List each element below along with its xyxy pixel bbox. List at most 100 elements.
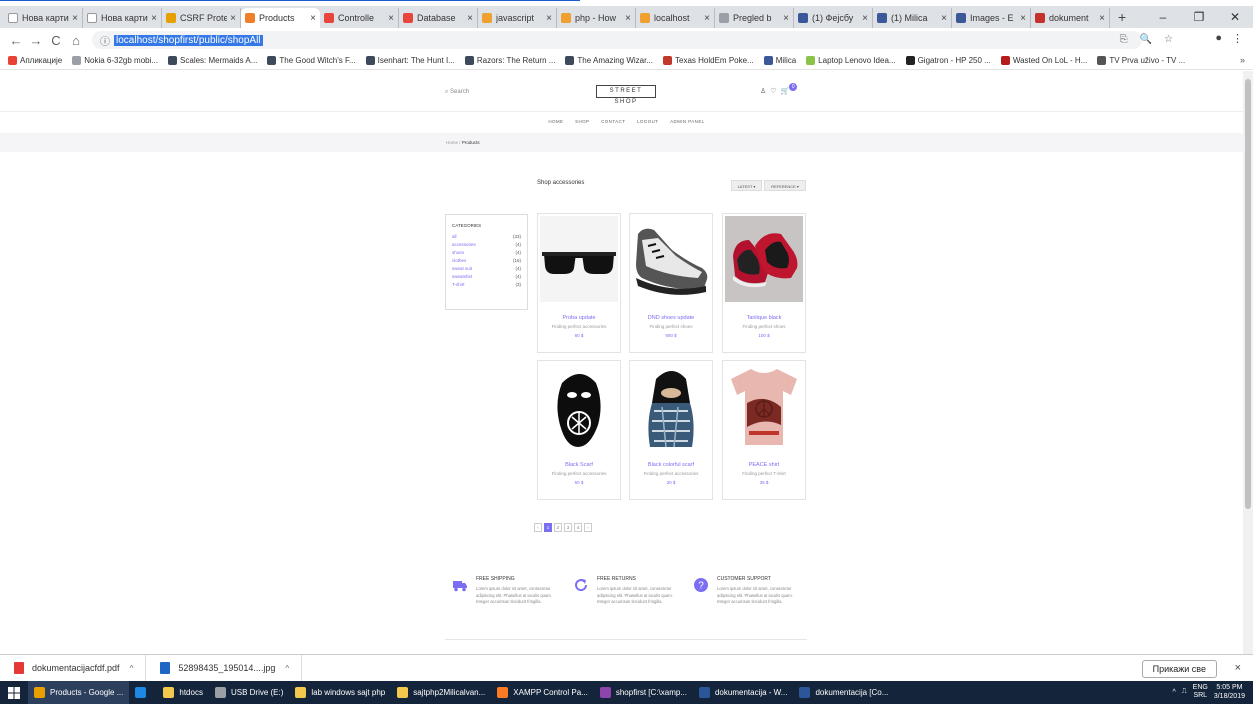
zoom-icon[interactable]: 🔍 bbox=[1140, 34, 1152, 45]
category-item[interactable]: clothes (15) bbox=[452, 257, 521, 265]
minimize-icon[interactable]: – bbox=[1145, 10, 1181, 24]
show-all-downloads-button[interactable]: Прикажи све bbox=[1141, 660, 1217, 678]
category-name[interactable]: clothes bbox=[452, 257, 466, 265]
product-name[interactable]: Black colorful scarf bbox=[630, 462, 712, 468]
product-name[interactable]: DND shoes update bbox=[630, 315, 712, 321]
category-name[interactable]: T-shirt bbox=[452, 281, 465, 289]
browser-tab[interactable]: (1) Milica × bbox=[873, 8, 952, 28]
url-text[interactable]: localhost/shopfirst/public/shopAll bbox=[114, 34, 263, 46]
bookmarks-more-icon[interactable]: » bbox=[1240, 55, 1245, 65]
page-button[interactable]: 2 bbox=[554, 523, 562, 532]
close-window-icon[interactable]: ✕ bbox=[1217, 10, 1253, 24]
taskbar-item[interactable]: USB Drive (E:) bbox=[209, 681, 289, 704]
browser-tab[interactable]: Database × bbox=[399, 8, 478, 28]
category-name[interactable]: all bbox=[452, 233, 457, 241]
category-name[interactable]: shoes bbox=[452, 249, 464, 257]
tab-close-icon[interactable]: × bbox=[1020, 13, 1026, 24]
product-name[interactable]: PEACE shirt bbox=[723, 462, 805, 468]
product-image-shoe[interactable] bbox=[632, 216, 710, 302]
download-options-icon[interactable]: ^ bbox=[130, 664, 134, 673]
taskbar-item[interactable]: shopfirst [C:\xamp... bbox=[594, 681, 693, 704]
user-icon[interactable]: ♙ bbox=[760, 87, 766, 95]
category-item[interactable]: T-shirt (3) bbox=[452, 281, 521, 289]
taskbar-item[interactable]: lab windows sajt php bbox=[289, 681, 391, 704]
browser-tab[interactable]: (1) Фејсбу × bbox=[794, 8, 873, 28]
product-name[interactable]: Proba update bbox=[538, 315, 620, 321]
clock[interactable]: 5:05 PM 3/18/2019 bbox=[1214, 683, 1245, 701]
reload-icon[interactable]: C bbox=[46, 33, 66, 48]
product-name[interactable]: Tanlique black bbox=[723, 315, 805, 321]
site-logo[interactable]: STREET SHOP bbox=[596, 85, 656, 105]
start-button[interactable] bbox=[0, 681, 28, 704]
category-name[interactable]: sweatshirt bbox=[452, 273, 472, 281]
tab-close-icon[interactable]: × bbox=[310, 13, 316, 24]
bookmark-item[interactable]: Wasted On LoL - H... bbox=[1000, 56, 1087, 65]
sort-latest-button[interactable]: LATEST ▾ bbox=[731, 180, 762, 191]
sort-reference-button[interactable]: REFERENCE ▾ bbox=[764, 180, 806, 191]
page-button[interactable]: 3 bbox=[564, 523, 572, 532]
category-item[interactable]: sweatshirt (4) bbox=[452, 273, 521, 281]
menu-logout[interactable]: LOGOUT bbox=[637, 119, 658, 124]
bookmark-item[interactable]: Scales: Mermaids A... bbox=[168, 56, 257, 65]
menu-home[interactable]: HOME bbox=[548, 119, 563, 124]
category-item[interactable]: sweat suit (4) bbox=[452, 265, 521, 273]
address-bar[interactable]: ⓘ localhost/shopfirst/public/shopAll bbox=[92, 31, 1142, 49]
product-image-colorful-scarf[interactable] bbox=[632, 363, 710, 449]
browser-tab[interactable]: Products × bbox=[241, 8, 320, 28]
download-options-icon[interactable]: ^ bbox=[285, 664, 289, 673]
browser-tab[interactable]: Pregled b × bbox=[715, 8, 794, 28]
translate-icon[interactable]: ⎘ bbox=[1120, 34, 1128, 45]
new-tab-button[interactable]: + bbox=[1118, 8, 1126, 28]
bookmark-item[interactable]: Gigatron - HP 250 ... bbox=[905, 56, 991, 65]
product-card[interactable]: Black colorful scarf Finding perfect acc… bbox=[629, 360, 713, 500]
cart-icon[interactable]: 🛒 bbox=[781, 87, 790, 95]
tab-close-icon[interactable]: × bbox=[546, 13, 552, 24]
bookmark-item[interactable]: The Amazing Wizar... bbox=[565, 56, 653, 65]
tab-close-icon[interactable]: × bbox=[151, 13, 157, 24]
tab-close-icon[interactable]: × bbox=[388, 13, 394, 24]
browser-tab[interactable]: localhost × bbox=[636, 8, 715, 28]
product-card[interactable]: DND shoes update Finding perfect shoes 9… bbox=[629, 213, 713, 353]
taskbar-item[interactable]: dokumentacija [Co... bbox=[793, 681, 894, 704]
close-downloads-icon[interactable]: × bbox=[1235, 662, 1241, 674]
taskbar-item[interactable]: sajtphp2Milicalvan... bbox=[391, 681, 491, 704]
category-name[interactable]: sweat suit bbox=[452, 265, 472, 273]
tray-chevron-icon[interactable]: ^ bbox=[1172, 689, 1175, 696]
browser-tab[interactable]: Нова картица× bbox=[4, 8, 83, 28]
product-image-sunglasses[interactable] bbox=[540, 216, 618, 302]
taskbar-item[interactable]: htdocs bbox=[157, 681, 209, 704]
product-card[interactable]: PEACE shirt Finding perfect T-shirt 35 $ bbox=[722, 360, 806, 500]
page-button[interactable]: › bbox=[584, 523, 592, 532]
maximize-icon[interactable]: ❐ bbox=[1181, 10, 1217, 24]
bookmark-item[interactable]: The Good Witch's F... bbox=[267, 56, 356, 65]
browser-tab[interactable]: CSRF Prote × bbox=[162, 8, 241, 28]
product-image-black-scarf[interactable] bbox=[540, 363, 618, 449]
category-item[interactable]: all (33) bbox=[452, 233, 521, 241]
scrollbar-thumb[interactable] bbox=[1245, 79, 1251, 509]
tab-close-icon[interactable]: × bbox=[704, 13, 710, 24]
product-image-peace-shirt[interactable] bbox=[725, 363, 803, 449]
forward-icon[interactable]: → bbox=[26, 33, 46, 48]
profile-icon[interactable]: ● bbox=[1215, 32, 1222, 45]
category-item[interactable]: shoes (4) bbox=[452, 249, 521, 257]
bookmark-item[interactable]: Laptop Lenovo Idea... bbox=[806, 56, 896, 65]
page-button[interactable]: 4 bbox=[574, 523, 582, 532]
page-scrollbar[interactable] bbox=[1243, 71, 1253, 654]
back-icon[interactable]: ← bbox=[6, 33, 26, 48]
browser-tab[interactable]: Controlle × bbox=[320, 8, 399, 28]
browser-tab[interactable]: Images - E × bbox=[952, 8, 1031, 28]
bookmark-item[interactable]: Nokia 6-32gb mobi... bbox=[72, 56, 158, 65]
download-item[interactable]: 52898435_195014....jpg ^ bbox=[160, 654, 303, 682]
menu-shop[interactable]: SHOP bbox=[575, 119, 589, 124]
site-search[interactable]: ⌕ Search bbox=[445, 89, 469, 96]
product-card[interactable]: Proba update Finding perfect accessories… bbox=[537, 213, 621, 353]
taskbar-item[interactable] bbox=[129, 681, 157, 704]
product-card[interactable]: Tanlique black Finding perfect shoes 100… bbox=[722, 213, 806, 353]
category-item[interactable]: accessories (4) bbox=[452, 241, 521, 249]
page-button[interactable]: ‹ bbox=[534, 523, 542, 532]
bookmark-item[interactable]: TV Prva uživo - TV ... bbox=[1097, 56, 1185, 65]
menu-admin-panel[interactable]: ADMIN PANEL bbox=[670, 119, 705, 124]
product-card[interactable]: Black Scarf Finding perfect accessories … bbox=[537, 360, 621, 500]
page-button[interactable]: 1 bbox=[544, 523, 552, 532]
bookmark-star-icon[interactable]: ☆ bbox=[1164, 34, 1173, 45]
